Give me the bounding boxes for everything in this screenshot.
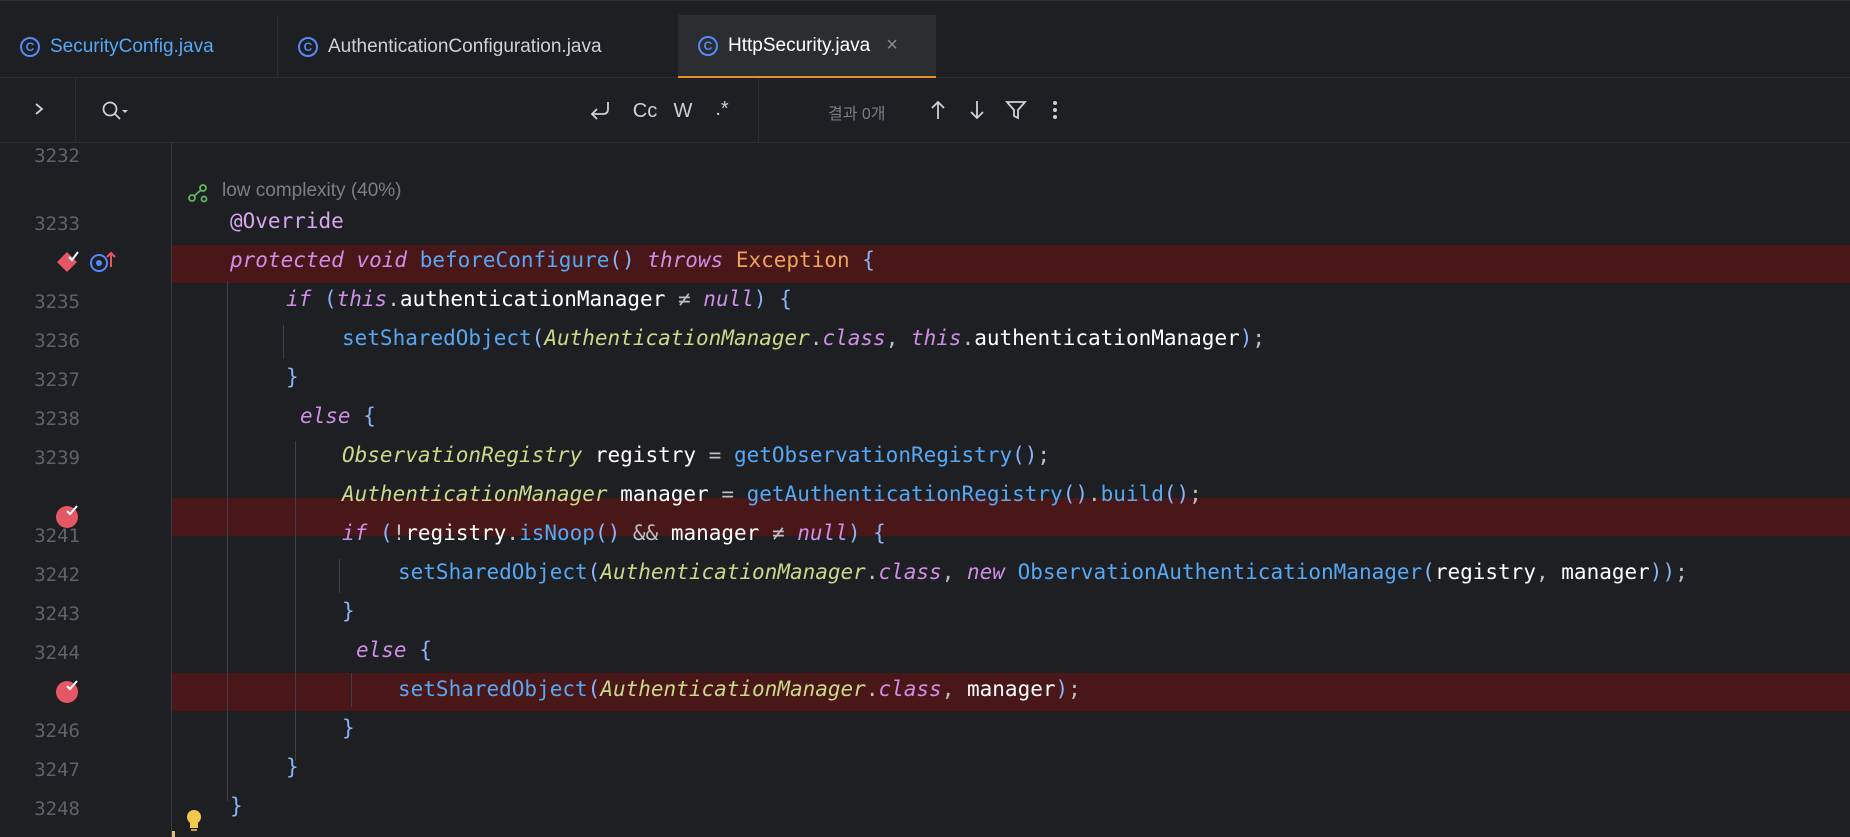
code-line: } [342, 716, 355, 740]
divider [758, 78, 759, 142]
arrow-up-icon[interactable] [923, 95, 953, 125]
code-line: } [342, 599, 355, 623]
expand-chevron-icon[interactable] [24, 94, 54, 124]
complexity-inlay-hint: low complexity (40%) [222, 180, 402, 201]
complexity-icon [186, 181, 210, 210]
indent-guide [295, 441, 296, 761]
class-icon: C [20, 37, 40, 57]
line-number: 3235 [34, 291, 80, 313]
class-icon: C [298, 37, 318, 57]
code-line: ObservationRegistry registry = getObserv… [342, 443, 1051, 467]
regex-button[interactable]: .* [705, 94, 739, 124]
more-options-icon[interactable] [1040, 95, 1070, 125]
match-case-button[interactable]: Cc [628, 96, 662, 126]
code-line: protected void beforeConfigure() throws … [230, 248, 875, 272]
line-number: 3243 [34, 603, 80, 625]
breakpoint-icon[interactable] [54, 503, 80, 534]
code-line: setSharedObject(AuthenticationManager.cl… [342, 326, 1266, 350]
tab-label: AuthenticationConfiguration.java [328, 36, 602, 57]
search-results-count: 결과 0개 [828, 106, 886, 123]
line-number: 3237 [34, 369, 80, 391]
tab-label: SecurityConfig.java [50, 36, 214, 57]
tab-securityconfig[interactable]: C SecurityConfig.java [0, 15, 276, 79]
lightbulb-icon[interactable] [184, 808, 204, 837]
indent-guide [283, 325, 284, 359]
line-number: 3246 [34, 720, 80, 742]
search-input[interactable] [140, 88, 560, 132]
code-line: setSharedObject(AuthenticationManager.cl… [398, 560, 1688, 584]
line-number: 3244 [34, 642, 80, 664]
line-number: 3247 [34, 759, 80, 781]
search-icon[interactable] [100, 96, 130, 126]
implementing-method-icon[interactable] [88, 249, 118, 280]
code-editor[interactable]: 3232 3233 3235 3236 3237 3238 3239 3241 … [0, 143, 1850, 837]
close-icon[interactable]: × [886, 34, 898, 57]
code-line: if (this.authenticationManager ≠ null) { [286, 287, 792, 311]
code-line: setSharedObject(AuthenticationManager.cl… [398, 677, 1081, 701]
gutter-divider [171, 143, 172, 837]
tab-authenticationconfiguration[interactable]: C AuthenticationConfiguration.java [278, 15, 678, 79]
find-bar: Cc W .* 결과 0개 [0, 78, 1850, 143]
method-breakpoint-icon[interactable] [54, 249, 80, 280]
breakpoint-icon[interactable] [54, 678, 80, 709]
line-number: 3236 [34, 330, 80, 352]
indent-guide [227, 281, 228, 801]
code-line: } [286, 755, 299, 779]
tab-label: HttpSecurity.java [728, 34, 871, 56]
line-number: 3233 [34, 213, 80, 235]
code-line: if (!registry.isNoop() && manager ≠ null… [342, 521, 886, 545]
line-number: 3232 [34, 145, 80, 167]
line-number: 3242 [34, 564, 80, 586]
code-line: } [230, 794, 243, 818]
indent-guide [351, 673, 352, 707]
code-line: else { [300, 404, 376, 428]
code-line: @Override [230, 209, 344, 233]
code-line: } [286, 365, 299, 389]
new-line-icon[interactable] [585, 95, 615, 125]
tab-httpsecurity[interactable]: C HttpSecurity.java × [678, 15, 936, 79]
indent-guide [339, 559, 340, 593]
code-line: AuthenticationManager manager = getAuthe… [342, 482, 1202, 506]
divider [75, 78, 76, 142]
text-caret [172, 831, 175, 837]
line-number: 3248 [34, 798, 80, 820]
line-number: 3239 [34, 447, 80, 469]
class-icon: C [698, 35, 718, 56]
editor-tab-bar: C SecurityConfig.java C AuthenticationCo… [0, 0, 1850, 79]
line-number: 3238 [34, 408, 80, 430]
arrow-down-icon[interactable] [962, 95, 992, 125]
whole-words-button[interactable]: W [668, 96, 698, 126]
filter-icon[interactable] [1001, 95, 1031, 125]
code-line: else { [356, 638, 432, 662]
